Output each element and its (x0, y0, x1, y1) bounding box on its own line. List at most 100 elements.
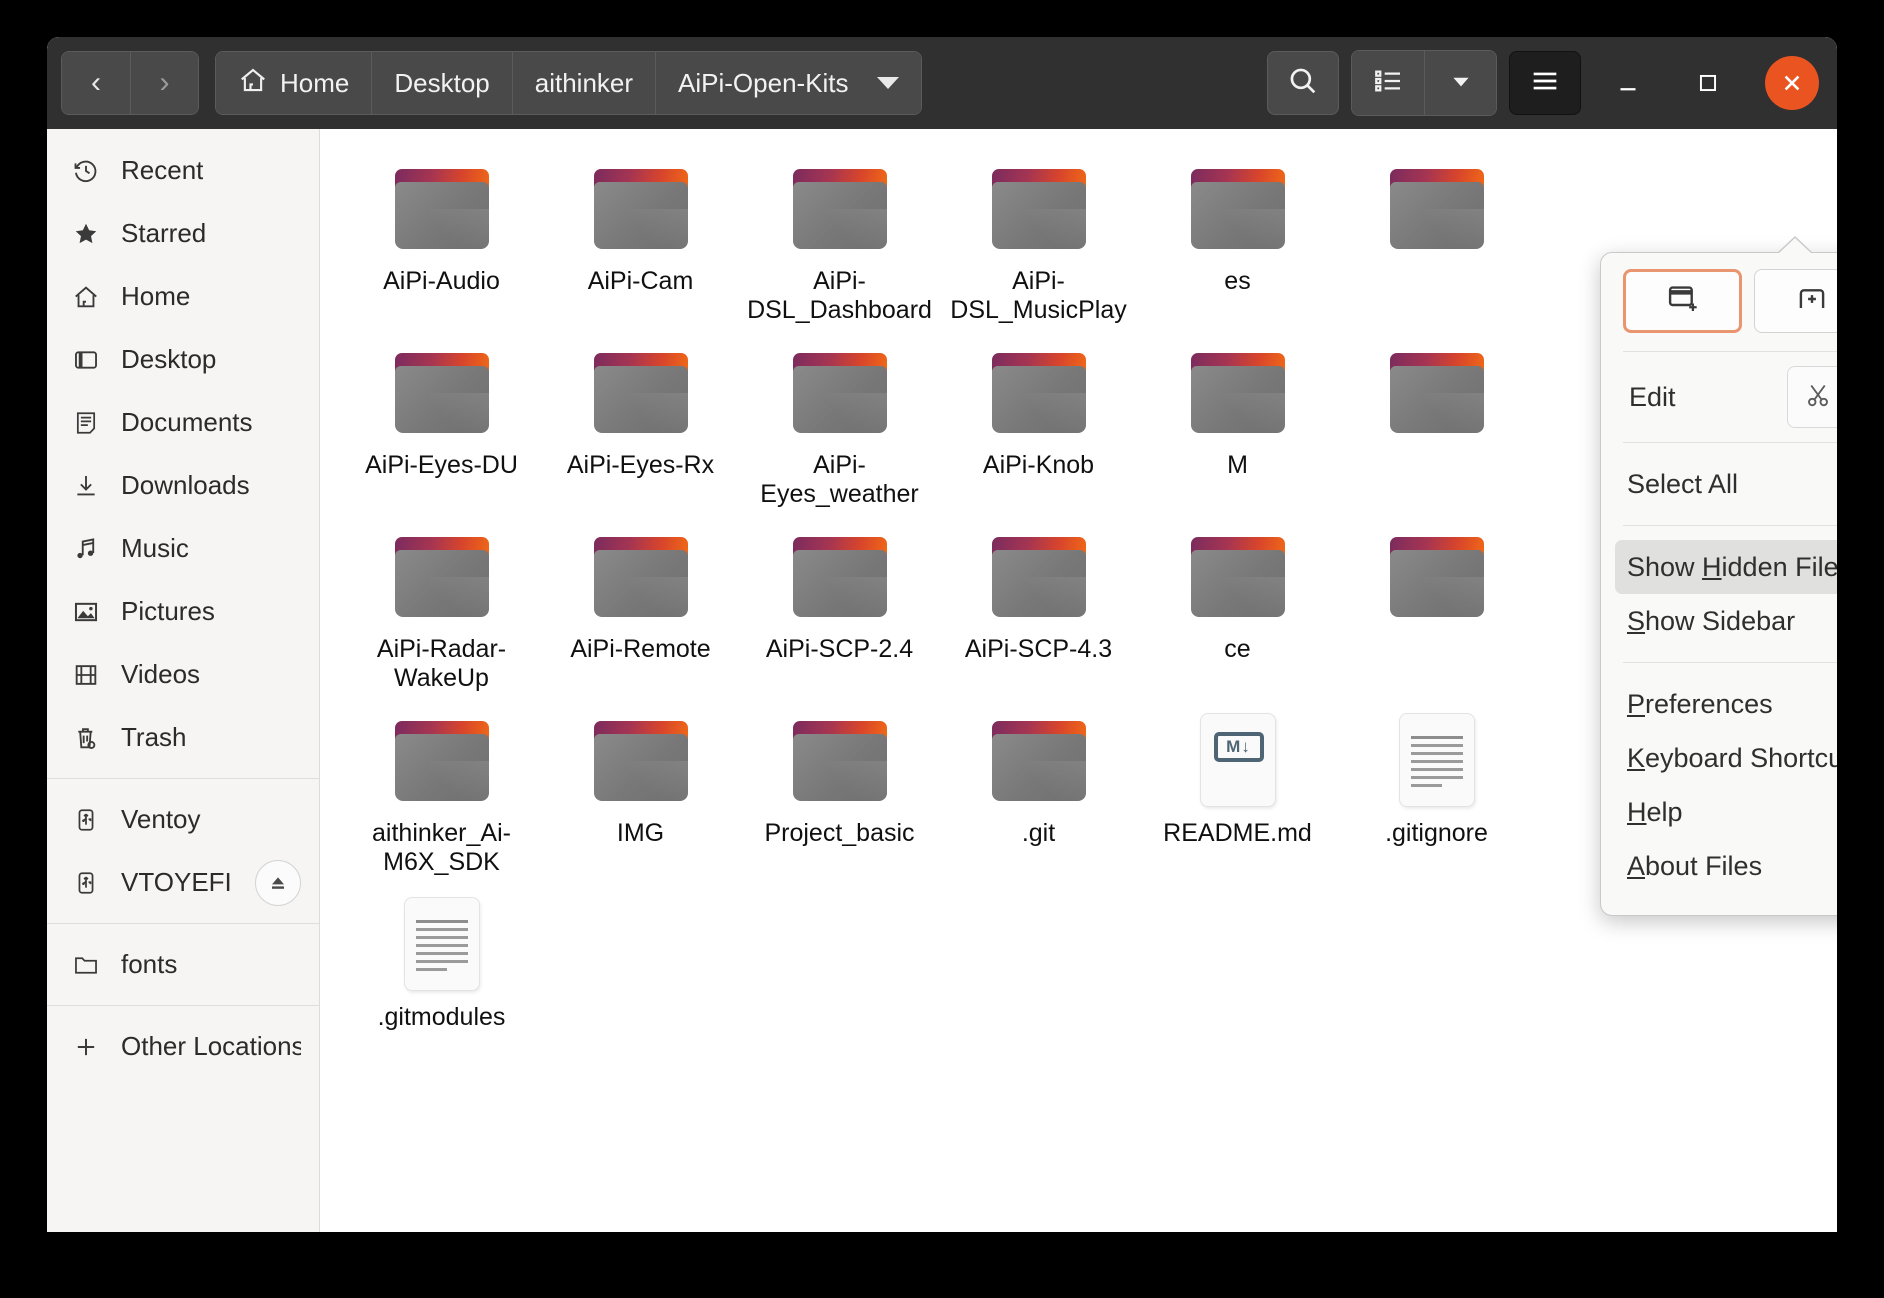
file-item[interactable]: AiPi-SCP-4.3 (939, 519, 1138, 703)
back-button[interactable]: ‹ (62, 52, 130, 114)
file-item[interactable] (1337, 151, 1536, 335)
breadcrumb-item-home[interactable]: Home (216, 52, 372, 114)
close-button[interactable] (1765, 56, 1819, 110)
menu-item-show-hidden-files[interactable]: Show Hidden Files (1615, 540, 1837, 594)
sidebar-item-starred[interactable]: Starred (47, 202, 319, 265)
forward-button[interactable]: › (130, 52, 198, 114)
file-item[interactable]: .gitignore (1337, 703, 1536, 887)
home-icon (71, 282, 101, 312)
file-name: ce (1224, 635, 1251, 663)
file-item[interactable]: AiPi-Eyes_weather (740, 335, 939, 519)
file-item[interactable]: AiPi-Radar-WakeUp (342, 519, 541, 703)
eject-button[interactable] (255, 859, 301, 906)
menu-item-select-all[interactable]: Select All (1615, 457, 1837, 511)
sidebar-item-label: Music (121, 533, 189, 563)
file-name: M (1227, 451, 1248, 479)
search-icon (1286, 64, 1320, 103)
file-item[interactable]: IMG (541, 703, 740, 887)
file-item[interactable]: AiPi-Audio (342, 151, 541, 335)
sidebar-item-recent[interactable]: Recent (47, 139, 319, 202)
file-item[interactable]: AiPi-Eyes-DU (342, 335, 541, 519)
folder-icon (593, 345, 688, 439)
file-item[interactable]: .gitmodules (342, 887, 541, 1071)
menu-item-label: Show Hidden Files (1627, 551, 1837, 582)
folder-icon (991, 161, 1086, 255)
sidebar-item-downloads[interactable]: Downloads (47, 454, 319, 517)
sidebar-item-pictures[interactable]: Pictures (47, 580, 319, 643)
menu-item-label: Help (1627, 796, 1683, 827)
new-window-button[interactable] (1623, 269, 1743, 333)
file-name: AiPi-Knob (982, 451, 1095, 479)
sidebar-item-label: Other Locations (121, 1031, 301, 1061)
breadcrumb-item-current[interactable]: AiPi-Open-Kits (655, 52, 921, 114)
sidebar-item-fonts[interactable]: fonts (47, 933, 319, 996)
sidebar-item-vtoyefi[interactable]: VTOYEFI (47, 851, 319, 914)
file-item[interactable]: Project_basic (740, 703, 939, 887)
file-item[interactable]: AiPi-DSL_MusicPlay (939, 151, 1138, 335)
sidebar-item-music[interactable]: Music (47, 517, 319, 580)
file-item[interactable]: AiPi-Cam (541, 151, 740, 335)
sidebar-item-home[interactable]: Home (47, 265, 319, 328)
close-icon (1784, 75, 1800, 91)
menu-item-help[interactable]: Help (1615, 785, 1837, 839)
file-name: AiPi-Radar-WakeUp (376, 635, 507, 692)
file-item[interactable]: AiPi-DSL_Dashboard (740, 151, 939, 335)
folder-icon (1389, 345, 1484, 439)
file-name: AiPi-Cam (587, 267, 694, 295)
new-tab-button[interactable] (1754, 269, 1837, 333)
menu-item-label: About Files (1627, 850, 1763, 881)
cut-button[interactable] (1787, 366, 1837, 428)
file-item[interactable]: .git (939, 703, 1138, 887)
menu-separator (1623, 662, 1837, 663)
folder-icon (1190, 345, 1285, 439)
file-name: AiPi-DSL_Dashboard (747, 267, 932, 324)
file-name: README.md (1163, 819, 1312, 847)
file-item[interactable] (1337, 335, 1536, 519)
documents-icon (71, 408, 101, 438)
folder-icon (1389, 161, 1484, 255)
breadcrumb-item-aithinker[interactable]: aithinker (511, 52, 656, 114)
file-item[interactable]: aithinker_Ai-M6X_SDK (342, 703, 541, 887)
sidebar-item-other-locations[interactable]: Other Locations (47, 1015, 319, 1078)
view-controls (1351, 50, 1497, 116)
menu-item-preferences[interactable]: Preferences (1615, 677, 1837, 731)
menu-item-keyboard-shortcuts[interactable]: Keyboard Shortcuts (1615, 731, 1837, 785)
menu-item-show-sidebar[interactable]: Show Sidebar (1615, 594, 1837, 648)
menu-item-about-files[interactable]: About Files (1615, 839, 1837, 893)
minimize-button[interactable] (1595, 50, 1661, 116)
search-button[interactable] (1267, 51, 1339, 115)
file-item[interactable]: AiPi-SCP-2.4 (740, 519, 939, 703)
sidebar-item-documents[interactable]: Documents (47, 391, 319, 454)
maximize-button[interactable] (1675, 50, 1741, 116)
file-item[interactable]: es (1138, 151, 1337, 335)
sidebar-item-videos[interactable]: Videos (47, 643, 319, 706)
file-item[interactable]: M↓ README.md (1138, 703, 1337, 887)
view-menu-button[interactable] (1424, 51, 1496, 115)
sidebar-item-label: Starred (121, 218, 207, 248)
chevron-down-icon[interactable] (876, 77, 899, 89)
breadcrumb-label: AiPi-Open-Kits (678, 67, 849, 98)
list-view-icon (1372, 65, 1404, 102)
md-badge: M↓ (1213, 732, 1264, 762)
sidebar: Recent Starred Home Desktop Documents Do… (47, 129, 320, 1232)
main-menu-button[interactable] (1509, 51, 1581, 115)
folder-icon (71, 950, 101, 980)
file-name: .gitmodules (377, 1003, 506, 1031)
breadcrumb: Home Desktop aithinker AiPi-Open-Kits (215, 51, 922, 115)
file-item[interactable] (1337, 519, 1536, 703)
file-item[interactable]: AiPi-Remote (541, 519, 740, 703)
folder-icon (593, 161, 688, 255)
breadcrumb-item-desktop[interactable]: Desktop (371, 52, 512, 114)
file-item[interactable]: AiPi-Knob (939, 335, 1138, 519)
header-bar: ‹ › Home Desktop aithinker AiPi-Open-Kit… (47, 37, 1837, 129)
folder-icon (991, 713, 1086, 807)
sidebar-item-ventoy[interactable]: Ventoy (47, 788, 319, 851)
list-view-button[interactable] (1352, 51, 1424, 115)
file-item[interactable]: M (1138, 335, 1337, 519)
sidebar-item-desktop[interactable]: Desktop (47, 328, 319, 391)
file-item[interactable]: ce (1138, 519, 1337, 703)
sidebar-item-trash[interactable]: Trash (47, 706, 319, 769)
file-item[interactable]: AiPi-Eyes-Rx (541, 335, 740, 519)
folder-icon (792, 345, 887, 439)
menu-item-label: Show Sidebar (1627, 605, 1796, 636)
